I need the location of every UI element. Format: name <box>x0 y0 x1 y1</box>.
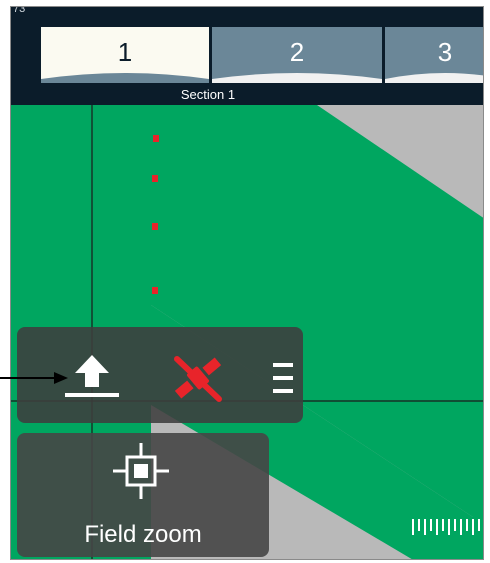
implement-marker <box>409 517 483 537</box>
section-tab-2-label: 2 <box>289 37 305 67</box>
track-point <box>152 223 158 230</box>
section-tab-2-wave <box>212 73 382 83</box>
section-tab-3[interactable]: 3 <box>385 27 483 83</box>
crosshair-icon <box>113 443 169 499</box>
gps-status-button[interactable] <box>163 347 233 409</box>
screen-frame: 73 1 2 3 Section 1 Field zoom <box>10 6 484 560</box>
section-tab-3-label: 3 <box>437 37 453 67</box>
menu-button[interactable] <box>269 359 299 399</box>
track-point <box>152 287 158 294</box>
section-tabs: 1 2 3 <box>41 27 483 83</box>
section-tab-3-wave <box>385 73 483 83</box>
upload-button[interactable] <box>59 351 125 403</box>
upload-icon <box>65 355 119 397</box>
track-point <box>152 175 158 182</box>
callout-arrow <box>0 372 68 384</box>
section-tab-2[interactable]: 2 <box>212 27 382 83</box>
satellite-off-icon <box>174 356 222 402</box>
track-point <box>153 135 159 142</box>
field-zoom-button[interactable]: Field zoom <box>17 433 269 557</box>
current-section-label: Section 1 <box>180 87 236 102</box>
field-zoom-label: Field zoom <box>84 521 202 548</box>
section-tab-1[interactable]: 1 <box>41 27 209 83</box>
section-tab-1-label: 1 <box>117 37 133 67</box>
section-bar: 73 1 2 3 Section 1 <box>11 6 483 105</box>
hamburger-icon <box>273 363 293 393</box>
section-tab-1-wave <box>41 73 209 83</box>
corner-number: 73 <box>13 6 26 15</box>
